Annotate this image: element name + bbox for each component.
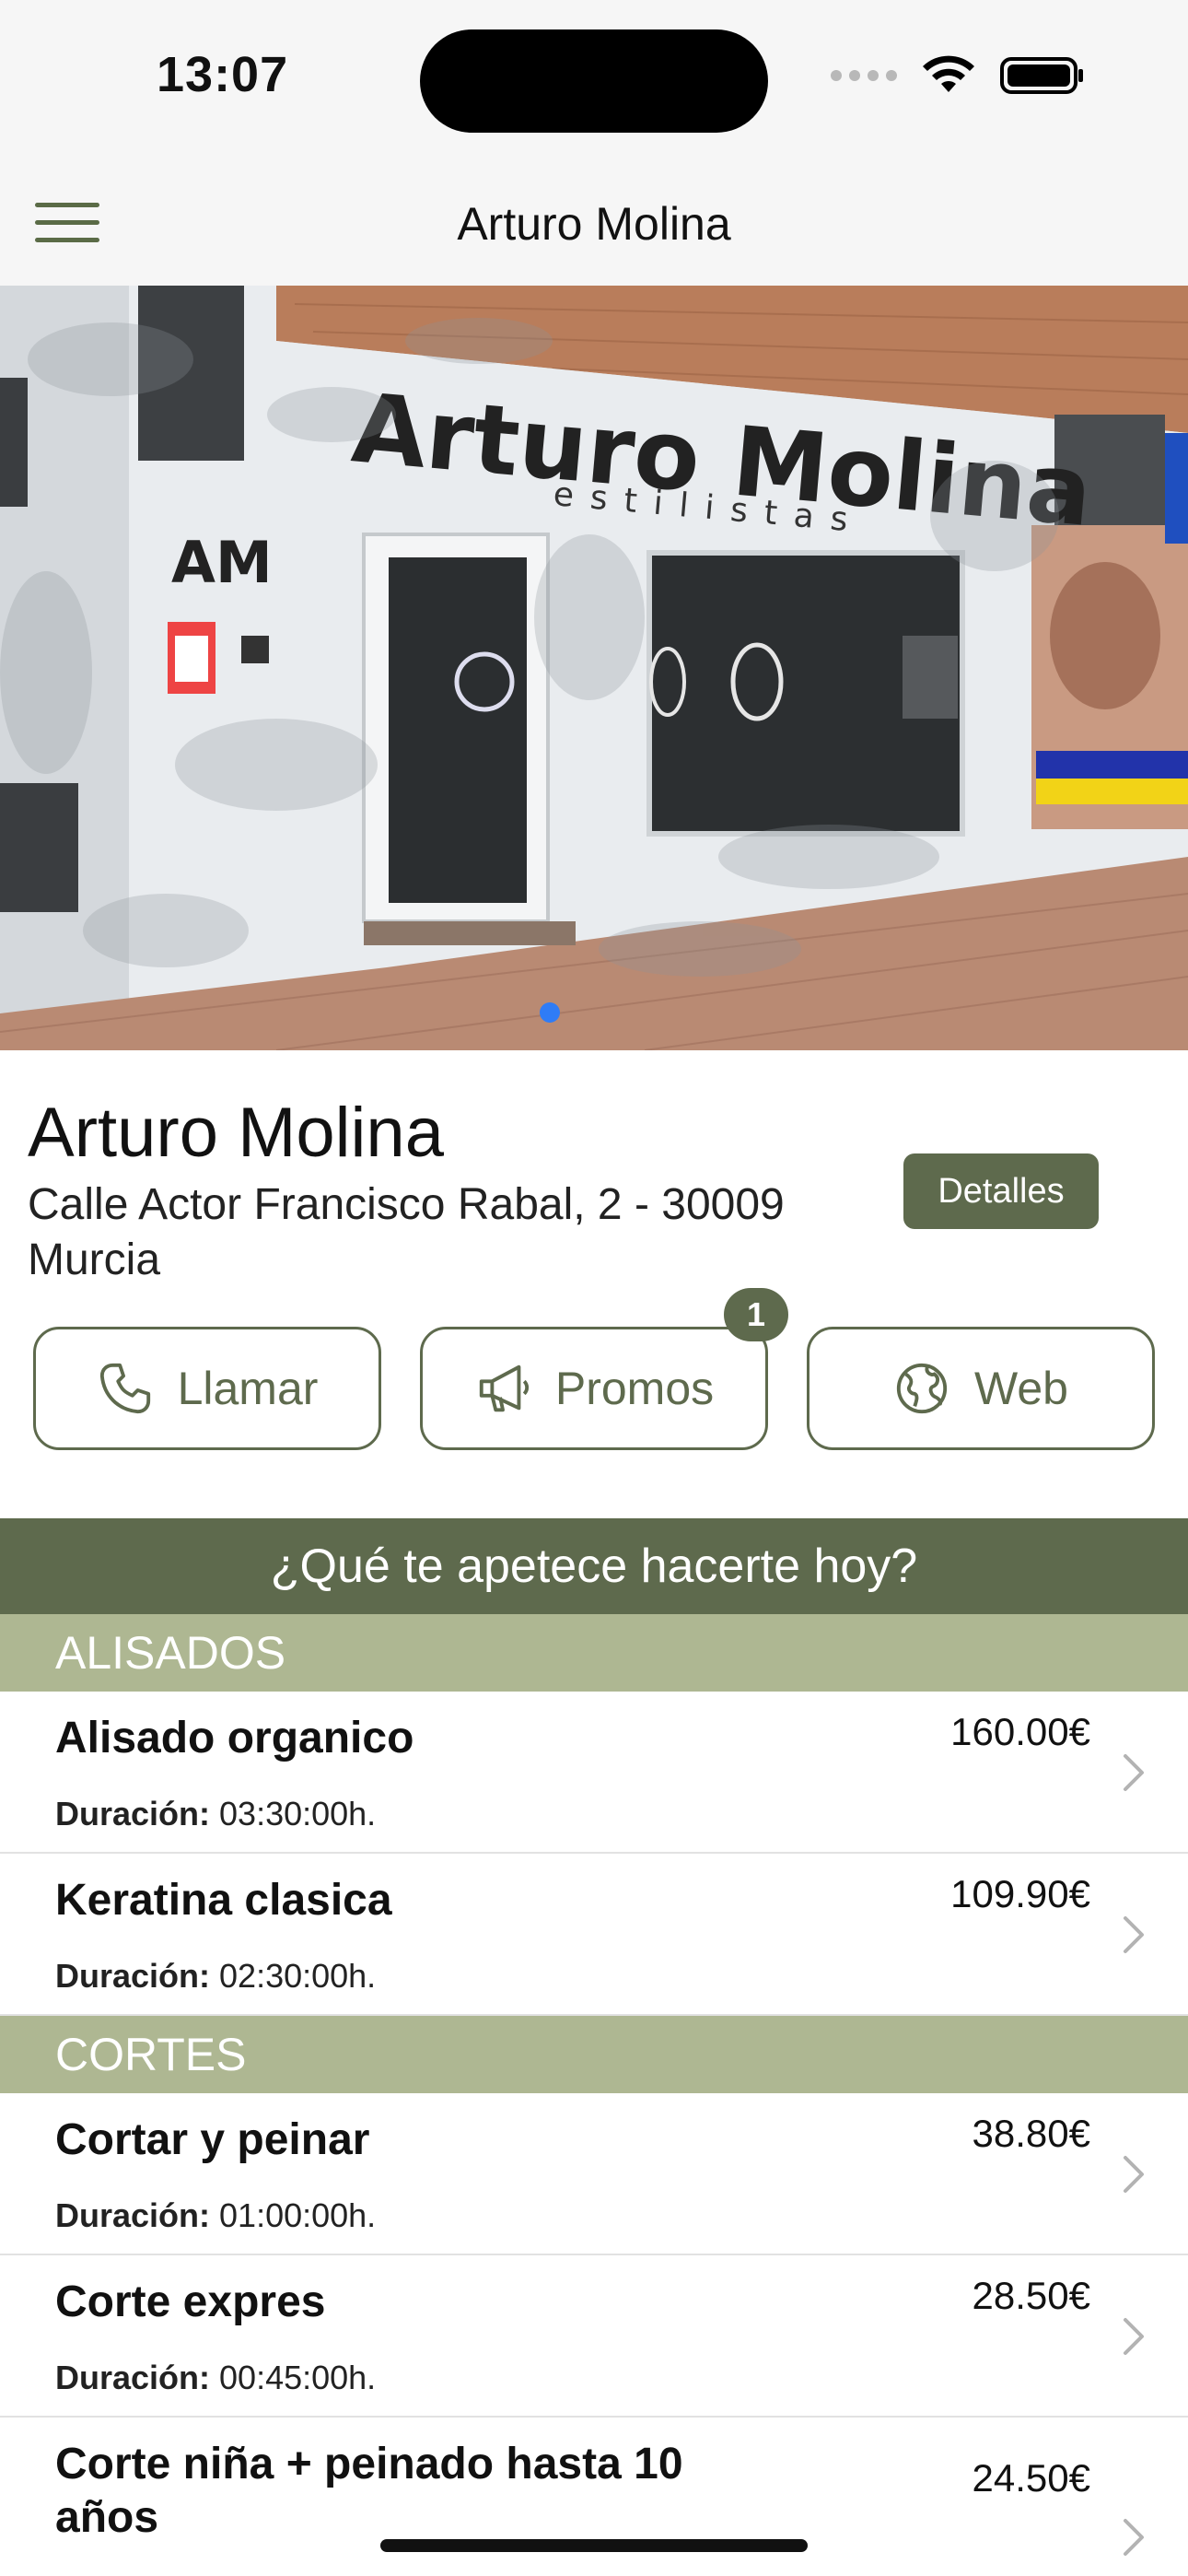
battery-icon [1000,57,1083,94]
call-button[interactable]: Llamar [33,1327,381,1450]
status-time: 13:07 [157,47,289,102]
business-address: Calle Actor Francisco Rabal, 2 - 30009 M… [28,1180,785,1284]
chevron-right-icon [1124,2156,1144,2193]
service-price: 38.80€ [972,2112,1090,2155]
service-duration: Duración: 01:00:00h. [55,2196,376,2235]
carousel-page-indicator[interactable] [540,1002,560,1023]
service-name: Corte expres [55,2277,326,2326]
salon-photo-carousel[interactable]: Arturo Molina estilistas AM [0,286,1188,1050]
chevron-right-icon [1124,2519,1144,2556]
details-button[interactable]: Detalles [903,1153,1099,1229]
services-list: ALISADOS Alisado organico Duración: 03:30:… [0,1614,1188,2576]
chevron-right-icon [1124,1754,1144,1791]
duration-label: Duración: [55,1957,211,1995]
wifi-icon [923,55,974,92]
storefront-monogram: AM [171,529,273,596]
status-bar: 13:07 [0,0,1188,157]
phone-icon [99,1363,150,1414]
service-price: 109.90€ [950,1872,1090,1915]
service-row[interactable]: Corte niña + peinado hasta 10 añosDuraci… [0,2418,1188,2576]
duration-value: 01:00:00h. [219,2196,377,2234]
service-price: 24.50€ [972,2456,1090,2500]
duration-value: 02:30:00h. [219,1957,377,1995]
web-button-label: Web [974,1363,1068,1414]
megaphone-icon [479,1364,529,1412]
service-duration: Duración: 03:30:00h. [55,1795,376,1833]
service-name: Cortar y peinar [55,2115,370,2164]
chevron-right-icon [1124,2318,1144,2355]
service-row[interactable]: Cortar y peinar Duración: 01:00:00h. 38.80… [0,2093,1188,2255]
services-banner: ¿Qué te apetece hacerte hoy? [0,1518,1188,1614]
category-header: CORTES [0,2016,1188,2093]
storefront-photo: Arturo Molina estilistas AM [0,286,1188,1050]
service-name: Corte niña + peinado hasta 10 años [55,2440,683,2542]
home-indicator[interactable] [380,2539,808,2552]
service-name: Alisado organico [55,1714,414,1762]
service-row[interactable]: Corte expres Duración: 00:45:00h. 28.50€ [0,2255,1188,2418]
promos-button-label: Promos [554,1363,715,1414]
cellular-signal-icon [831,70,897,81]
promos-button[interactable]: Promos [420,1327,768,1450]
service-duration: Duración: 00:45:00h. [55,2359,376,2397]
duration-label: Duración: [55,2359,211,2396]
duration-label: Duración: [55,2196,211,2234]
promos-badge: 1 [724,1288,788,1341]
duration-value: 03:30:00h. [219,1795,377,1832]
category-header: ALISADOS [0,1614,1188,1692]
duration-value: 00:45:00h. [219,2359,377,2396]
service-duration: Duración: 02:30:00h. [55,1957,376,1996]
service-price: 28.50€ [972,2274,1090,2317]
globe-icon [896,1363,948,1414]
service-row[interactable]: Alisado organico Duración: 03:30:00h. 160.… [0,1692,1188,1854]
dynamic-island [420,29,768,133]
web-button[interactable]: Web [807,1327,1155,1450]
navigation-bar: Arturo Molina [0,157,1188,286]
service-name: Keratina clasica [55,1876,392,1925]
chevron-right-icon [1124,1916,1144,1953]
call-button-label: Llamar [177,1363,319,1414]
status-icons [831,55,1085,96]
business-name: Arturo Molina [28,1094,444,1172]
page-title: Arturo Molina [457,198,731,250]
service-price: 160.00€ [950,1710,1090,1753]
service-row[interactable]: Keratina clasica Duración: 02:30:00h. 109.… [0,1854,1188,2016]
duration-label: Duración: [55,1795,211,1832]
